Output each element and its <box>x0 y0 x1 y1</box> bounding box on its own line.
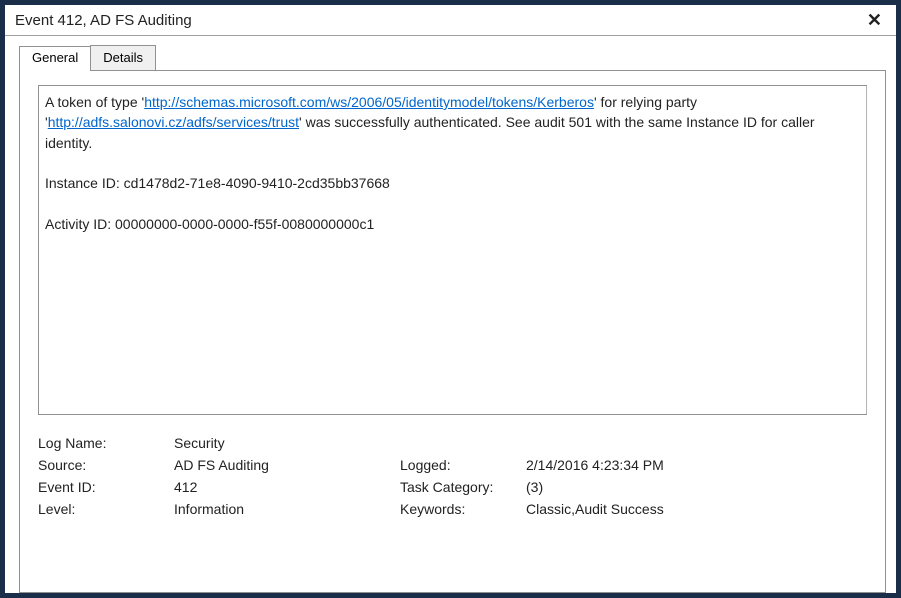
desc-text: A token of type ' <box>45 94 144 110</box>
event-description-box[interactable]: A token of type 'http://schemas.microsof… <box>38 85 867 415</box>
tab-details[interactable]: Details <box>90 45 156 70</box>
activity-id-line: Activity ID: 00000000-0000-0000-f55f-008… <box>45 214 859 234</box>
content-area: General Details A token of type 'http://… <box>5 37 896 593</box>
log-name-label: Log Name: <box>38 435 168 451</box>
tab-strip: General Details <box>19 45 886 70</box>
close-icon[interactable]: ✕ <box>863 11 886 29</box>
event-id-value: 412 <box>174 479 394 495</box>
logged-label: Logged: <box>400 457 520 473</box>
task-category-label: Task Category: <box>400 479 520 495</box>
instance-id-line: Instance ID: cd1478d2-71e8-4090-9410-2cd… <box>45 173 859 193</box>
level-value: Information <box>174 501 394 517</box>
description-paragraph: A token of type 'http://schemas.microsof… <box>45 92 859 153</box>
event-id-label: Event ID: <box>38 479 168 495</box>
relying-party-link[interactable]: http://adfs.salonovi.cz/adfs/services/tr… <box>48 114 299 130</box>
titlebar: Event 412, AD FS Auditing ✕ <box>5 5 896 36</box>
scroll-edge <box>866 86 867 414</box>
token-type-link[interactable]: http://schemas.microsoft.com/ws/2006/05/… <box>144 94 594 110</box>
task-category-value: (3) <box>526 479 867 495</box>
window-title: Event 412, AD FS Auditing <box>15 12 192 29</box>
source-value: AD FS Auditing <box>174 457 394 473</box>
tab-general[interactable]: General <box>19 46 91 71</box>
keywords-label: Keywords: <box>400 501 520 517</box>
logged-value: 2/14/2016 4:23:34 PM <box>526 457 867 473</box>
source-label: Source: <box>38 457 168 473</box>
level-label: Level: <box>38 501 168 517</box>
properties-grid: Log Name: Security Source: AD FS Auditin… <box>38 435 867 517</box>
keywords-value: Classic,Audit Success <box>526 501 867 517</box>
log-name-value: Security <box>174 435 394 451</box>
tab-panel-general: A token of type 'http://schemas.microsof… <box>19 70 886 593</box>
event-properties-window: Event 412, AD FS Auditing ✕ General Deta… <box>0 0 901 598</box>
